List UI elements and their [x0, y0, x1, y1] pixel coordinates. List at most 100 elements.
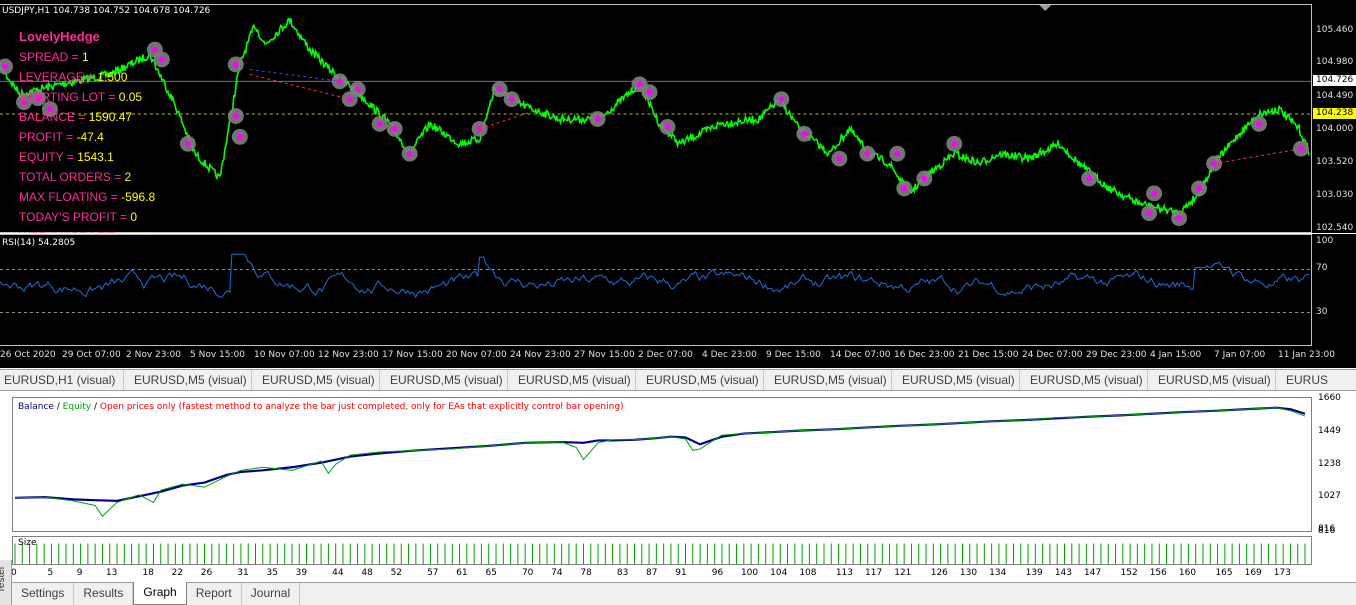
graph-y-tick-label: 1449: [1318, 425, 1341, 436]
trade-marker-dot: [354, 86, 361, 93]
ea-info-value: 2: [124, 170, 132, 184]
graph-x-tick-label: 160: [1178, 568, 1197, 578]
time-tick-label: 24 Nov 23:00: [510, 350, 571, 360]
graph-x-tick-label: 130: [959, 568, 978, 578]
ea-info-value: 0.05: [118, 90, 143, 104]
tab-results[interactable]: Results: [74, 583, 134, 605]
trade-marker-dot: [1196, 185, 1203, 192]
graph-x-tick-label: 26: [200, 568, 213, 578]
chart-tab[interactable]: EURUSD,M5 (visual): [636, 370, 764, 390]
graph-x-tick-label: 139: [1025, 568, 1043, 578]
graph-x-tick-label: 39: [295, 568, 308, 578]
chart-shift-marker[interactable]: [1039, 5, 1052, 11]
time-tick-label: 29 Dec 23:00: [1086, 350, 1147, 360]
graph-x-tick-label: 134: [989, 568, 1007, 578]
price-tick-label: 103.520: [1316, 157, 1354, 167]
ea-info-row: MAX FLOATING = -596.8: [19, 187, 155, 207]
time-tick-label: 7 Jan 07:00: [1214, 350, 1266, 360]
rsi-chart[interactable]: [0, 234, 1312, 346]
trade-marker-dot: [1151, 190, 1158, 197]
legend-balance: Balance: [18, 402, 54, 412]
graph-x-tick-label: 152: [1120, 568, 1138, 578]
graph-x-tick-label: 13: [105, 568, 118, 578]
trade-marker-dot: [1256, 120, 1263, 127]
time-tick-label: 11 Jan 23:00: [1278, 350, 1335, 360]
trade-marker-dot: [901, 185, 908, 192]
time-tick-label: 14 Dec 07:00: [830, 350, 891, 360]
chart-tab[interactable]: EURUSD,M5 (visual): [252, 370, 380, 390]
chart-tab[interactable]: EURUSD,M5 (visual): [1148, 370, 1276, 390]
price-axis[interactable]: 105.460 104.980 104.490 104.000 103.520 103.0…: [1312, 0, 1356, 233]
ea-info-panel: LovelyHedge SPREAD = 1 LEVERAGE = 1:500 ST…: [19, 27, 155, 233]
rsi-indicator-panel[interactable]: RSI(14) 54.2805 100 70 30: [0, 234, 1356, 346]
trade-marker-dot: [664, 123, 671, 130]
graph-x-tick-label: 108: [799, 568, 817, 578]
chart-tab[interactable]: EURUS: [1276, 370, 1356, 390]
ea-info-row: STARTING LOT = 0.05: [19, 87, 155, 107]
ea-info-value: 1:500: [97, 70, 128, 84]
chart-tab[interactable]: EURUSD,M5 (visual): [380, 370, 508, 390]
ea-name: LovelyHedge: [19, 29, 100, 44]
graph-x-tick-label: 31: [237, 568, 249, 578]
tab-journal[interactable]: Journal: [242, 583, 301, 605]
legend-equity: Equity: [62, 402, 92, 412]
price-tick-label: 102.540: [1316, 223, 1354, 233]
trade-marker-dot: [406, 150, 413, 157]
current-price-tag: 104.726: [1313, 75, 1356, 86]
chart-tab[interactable]: EURUSD,M5 (visual): [1020, 370, 1148, 390]
trade-marker-dot: [778, 96, 785, 103]
ea-info-row: TOTAL ORDERS = 2: [19, 167, 155, 187]
graph-x-tick-label: 156: [1149, 568, 1167, 578]
time-tick-label: 26 Oct 2020: [0, 350, 56, 360]
ea-info-overlay: USDJPY,H1 104.738 104.752 104.678 104.72…: [0, 0, 300, 233]
graph-x-tick-label: 173: [1273, 568, 1291, 578]
graph-x-tick-label: 57: [427, 568, 439, 578]
chart-tab[interactable]: EURUSD,M5 (visual): [124, 370, 252, 390]
ea-info-value: 1: [82, 50, 89, 64]
graph-x-tick-label: 96: [711, 568, 724, 578]
graph-x-tick-label: 147: [1084, 568, 1102, 578]
time-tick-label: 17 Nov 15:00: [382, 350, 443, 360]
time-tick-label: 2 Dec 07:00: [638, 350, 693, 360]
ea-info-row: EQUITY = 1543.1: [19, 147, 155, 167]
ea-info-label: BALANCE =: [19, 110, 89, 124]
graph-x-tick-label: 121: [894, 568, 912, 578]
balance-equity-graph[interactable]: [12, 397, 1312, 532]
trade-marker-dot: [391, 125, 398, 132]
legend-model: Open prices only (fastest method to anal…: [99, 402, 624, 412]
ea-info-value: -47.4: [76, 130, 104, 144]
time-tick-label: 16 Dec 23:00: [894, 350, 955, 360]
tab-graph[interactable]: Graph: [133, 582, 187, 605]
trade-marker-dot: [951, 140, 958, 147]
time-axis: 26 Oct 2020 29 Oct 07:00 2 Nov 23:00 5 Nov …: [0, 346, 1356, 368]
graph-x-tick-label: 65: [485, 568, 497, 578]
ea-info-label: TODAY'S PROFIT =: [19, 210, 131, 224]
time-tick-label: 4 Dec 23:00: [702, 350, 757, 360]
graph-x-tick-label: 104: [770, 568, 788, 578]
size-y-tick-label: 816: [1318, 526, 1336, 536]
time-tick-label: 29 Oct 07:00: [62, 350, 121, 360]
chart-tab[interactable]: EURUSD,M5 (visual): [764, 370, 892, 390]
price-chart-panel[interactable]: USDJPY,H1 104.738 104.752 104.678 104.72…: [0, 0, 1356, 233]
chart-tab[interactable]: EURUSD,H1 (visual): [0, 370, 124, 390]
graph-x-tick-label: 78: [580, 568, 592, 578]
graph-x-tick-label: 165: [1215, 568, 1233, 578]
trade-marker-dot: [496, 86, 503, 93]
tab-settings[interactable]: Settings: [12, 583, 75, 605]
graph-x-axis: 0 5 9 13 18 22 26 31 35 39 44 48 52 57 61 65 70 74 78 83 87 9…: [0, 568, 1320, 582]
ea-info-value: 14.9: [129, 230, 152, 233]
price-tick-label: 105.460: [1316, 25, 1354, 35]
trade-marker-dot: [646, 89, 653, 96]
ea-info-label: LEVERAGE =: [19, 70, 98, 84]
chart-tab[interactable]: EURUSD,M5 (visual): [508, 370, 636, 390]
ea-info-value: 1590.47: [88, 110, 133, 124]
graph-x-tick-label: 5: [47, 568, 54, 578]
ea-info-label: STARTING LOT =: [19, 90, 119, 104]
chart-tab[interactable]: EURUSD,M5 (visual): [892, 370, 1020, 390]
trade-marker-dot: [801, 130, 808, 137]
tab-report[interactable]: Report: [187, 583, 242, 605]
trade-marker-dot: [1176, 215, 1183, 222]
trade-marker-dot: [636, 81, 643, 88]
rsi-axis: 100 70 30: [1312, 234, 1356, 346]
time-tick-label: 21 Dec 15:00: [958, 350, 1019, 360]
